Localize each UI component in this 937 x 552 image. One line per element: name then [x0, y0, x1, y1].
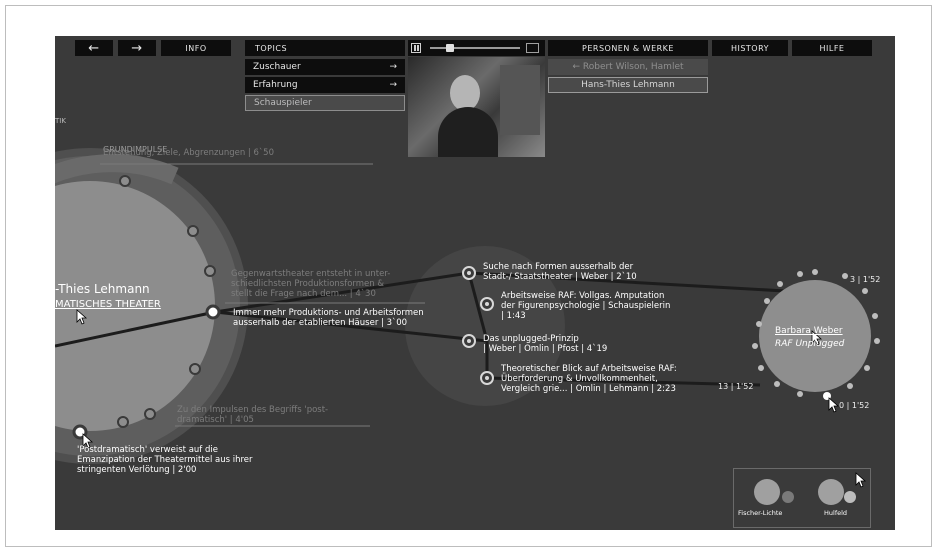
segment-marker[interactable] [117, 416, 129, 428]
left-circle-subtitle[interactable]: MATISCHES THEATER [55, 300, 161, 310]
segment-label-mid-2[interactable]: schiedlichsten Produktionsformen & [231, 279, 384, 289]
segment-label-mid-3[interactable]: stellt die Frage nach dem... | 4`30 [231, 289, 376, 299]
cursor-icon [855, 472, 867, 488]
marker-label-bottom: 0 | 1'52 [839, 401, 870, 410]
center-item-1-line-2[interactable]: Stadt-/ Staatstheater | Weber | 2`10 [483, 272, 637, 282]
cursor-icon [828, 397, 840, 413]
center-item-1-line-1[interactable]: Suche nach Formen ausserhalb der [483, 262, 633, 272]
center-item-3-line-2[interactable]: | Weber | Omlin | Pfost | 4`19 [483, 344, 607, 354]
segment-label-bottom-1[interactable]: Zu den Impulsen des Begriffs 'post- [177, 405, 328, 415]
center-item-2-line-3[interactable]: | 1:43 [501, 311, 526, 321]
marker-label-left: 13 | 1'52 [718, 382, 754, 391]
center-item-3-line-1[interactable]: Das unplugged-Prinzip [483, 334, 579, 344]
mini-map[interactable]: Fischer-Lichte Hulfeld [733, 468, 871, 528]
segment-label-bottom-active-1[interactable]: 'Postdramatisch' verweist auf die [77, 445, 218, 455]
segment-marker[interactable] [119, 175, 131, 187]
segment-marker[interactable] [144, 408, 156, 420]
segment-label-active-2[interactable]: ausserhalb der etablierten Häuser | 3`00 [233, 318, 407, 328]
right-circle-name[interactable]: Barbara Weber [775, 326, 843, 336]
left-ring-label: TIK [55, 117, 66, 125]
segment-marker[interactable] [204, 265, 216, 277]
segment-marker[interactable] [187, 225, 199, 237]
segment-label-bottom-2[interactable]: dramatisch' | 4'05 [177, 415, 254, 425]
marker-label-top: 3 | 1'52 [850, 275, 881, 284]
segment-label-bottom-active-2[interactable]: Emanzipation der Theatermittel aus ihrer [77, 455, 253, 465]
segment-label-top[interactable]: Entstehung, Ziele, Abgrenzungen | 6`50 [103, 148, 274, 158]
segment-label-mid-1[interactable]: Gegenwartstheater entsteht in unter- [231, 269, 390, 279]
center-item-2-line-2[interactable]: der Figurenpsychologie | Schauspielerin [501, 301, 670, 311]
center-item-4-line-2[interactable]: Überforderung & Unvollkommenheit, [501, 374, 658, 384]
center-item-2-line-1[interactable]: Arbeitsweise RAF: Vollgas. Amputation [501, 291, 664, 301]
center-item-4-line-3[interactable]: Vergleich grie... | Omlin | Lehmann | 2:… [501, 384, 676, 394]
left-circle-name: -Thies Lehmann [55, 282, 150, 296]
segment-label-active-1[interactable]: Immer mehr Produktions- und Arbeitsforme… [233, 308, 424, 318]
center-item-4-line-1[interactable]: Theoretischer Blick auf Arbeitsweise RAF… [501, 364, 677, 374]
segment-label-bottom-active-3[interactable]: stringenten Verlötung | 2'00 [77, 465, 196, 475]
segment-marker-active[interactable] [205, 304, 221, 320]
segment-marker[interactable] [189, 363, 201, 375]
app-canvas: ← → INFO TOPICS PERSONEN & WERKE HISTORY… [55, 36, 895, 530]
right-circle-subtitle: RAF Unplugged [775, 339, 845, 349]
mini-map-cursors [855, 472, 867, 488]
